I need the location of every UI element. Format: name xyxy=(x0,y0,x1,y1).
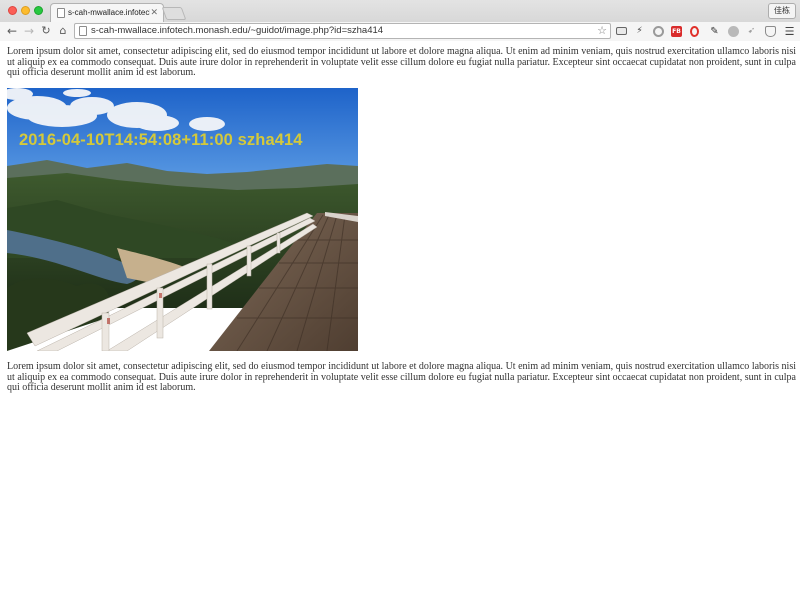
evernote-icon[interactable]: ✎ xyxy=(709,26,720,37)
browser-chrome: s-cah-mwallace.infotech.m ✕ 佳栋 ← → ↻ ⌂ ☆… xyxy=(0,0,800,41)
address-bar[interactable]: ☆ xyxy=(74,23,611,39)
bolt-icon[interactable]: ⚡ xyxy=(634,26,645,37)
reload-button[interactable]: ↻ xyxy=(39,23,53,39)
page-favicon-icon xyxy=(57,8,65,18)
back-button[interactable]: ← xyxy=(5,23,19,39)
page-content: Lorem ipsum dolor sit amet, consectetur … xyxy=(0,42,800,600)
facebook-extension-icon[interactable]: FB xyxy=(671,26,682,37)
bookmark-star-icon[interactable]: ☆ xyxy=(597,24,607,38)
tab-active[interactable]: s-cah-mwallace.infotech.m ✕ xyxy=(50,3,164,22)
menu-icon[interactable]: ☰ xyxy=(784,26,795,37)
circle-icon[interactable] xyxy=(653,26,664,37)
lorem-paragraph-bottom: Lorem ipsum dolor sit amet, consectetur … xyxy=(7,361,796,394)
lorem-paragraph-top: Lorem ipsum dolor sit amet, consectetur … xyxy=(7,46,796,79)
image-timestamp-overlay: 2016-04-10T14:54:08+11:00 szha414 xyxy=(19,131,303,149)
bridge-photo: 2016-04-10T14:54:08+11:00 szha414 xyxy=(7,88,358,351)
url-input[interactable] xyxy=(91,24,591,38)
toolbar: ← → ↻ ⌂ ☆ ⚡ FB ✎ ➹ ☰ xyxy=(0,22,800,41)
mail-icon[interactable] xyxy=(616,27,627,35)
profile-button[interactable]: 佳栋 xyxy=(768,3,796,19)
minimize-window-button[interactable] xyxy=(21,6,30,15)
forward-button[interactable]: → xyxy=(22,23,36,39)
close-window-button[interactable] xyxy=(8,6,17,15)
home-button[interactable]: ⌂ xyxy=(56,23,70,39)
page-icon xyxy=(79,26,87,36)
shield-icon[interactable] xyxy=(765,26,776,37)
tab-title: s-cah-mwallace.infotech.m xyxy=(68,8,150,17)
photo-illustration xyxy=(7,88,358,351)
tab-strip: s-cah-mwallace.infotech.m ✕ 佳栋 xyxy=(0,0,800,22)
feather-icon[interactable]: ➹ xyxy=(746,26,757,37)
opera-icon[interactable] xyxy=(690,26,699,37)
close-icon[interactable]: ✕ xyxy=(150,7,158,19)
zoom-window-button[interactable] xyxy=(34,6,43,15)
gray-extension-icon[interactable] xyxy=(728,26,739,37)
new-tab-button[interactable] xyxy=(161,7,187,20)
